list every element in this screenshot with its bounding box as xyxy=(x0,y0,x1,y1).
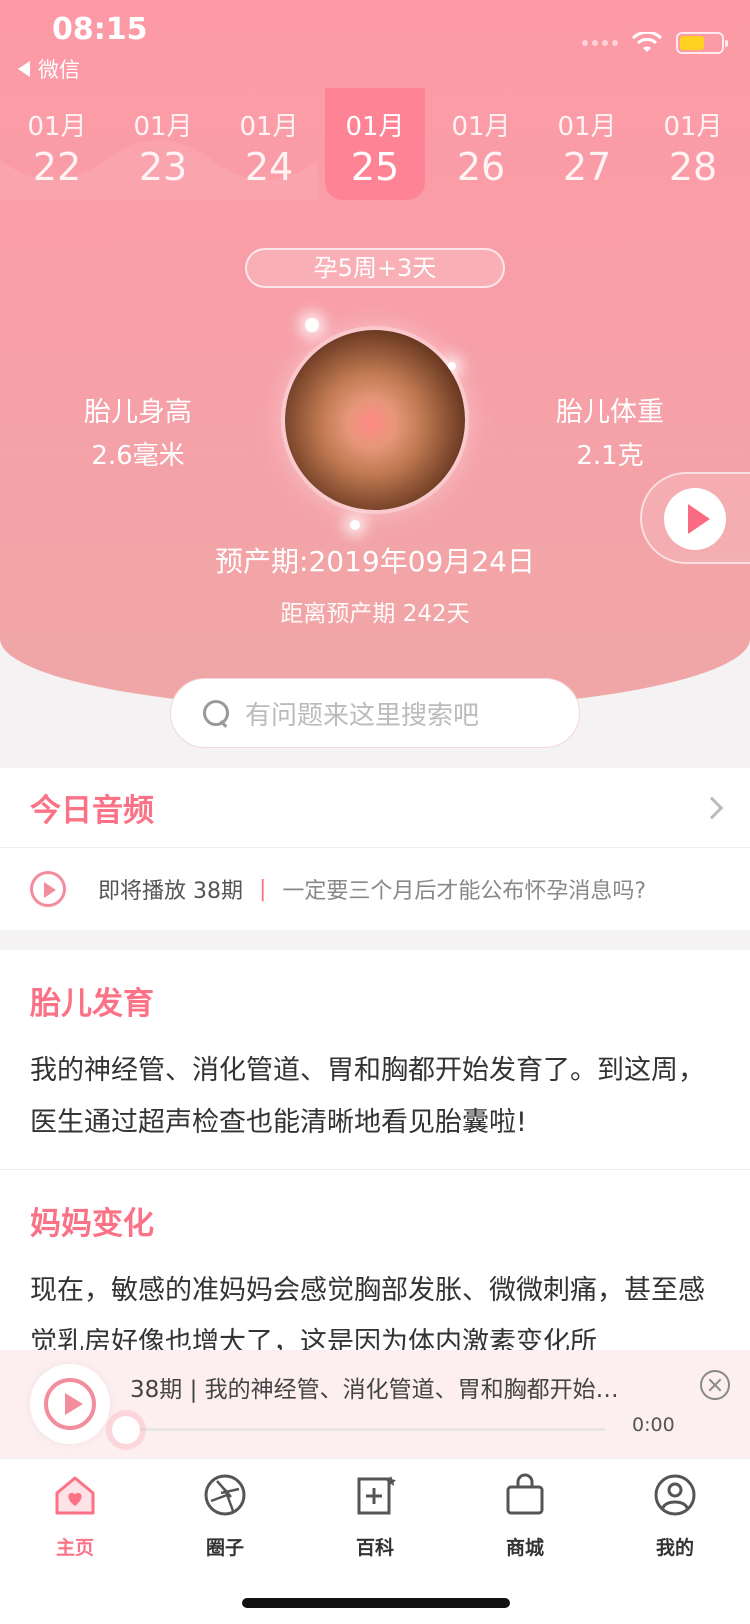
audio-upcoming: 即将播放 38期 xyxy=(98,879,243,904)
due-countdown: 距离预产期 242天 xyxy=(280,601,470,627)
search-icon xyxy=(201,698,231,728)
player-time: 0:00 xyxy=(632,1414,675,1436)
battery-icon xyxy=(676,32,728,54)
fetal-weight: 胎儿体重 2.1克 xyxy=(556,397,664,471)
progress-knob[interactable] xyxy=(112,1416,140,1444)
tab-home[interactable]: 主页 xyxy=(15,1473,135,1560)
section-title: 今日音频 xyxy=(30,793,154,829)
hero-header: 08:15 微信 01月 22 01月 23 01月 24 01月 25 01月 26 0… xyxy=(0,0,750,710)
play-circle-icon xyxy=(44,1378,96,1430)
tab-mall[interactable]: 商城 xyxy=(465,1473,585,1560)
development-card: 胎儿发育 我的神经管、消化管道、胃和胸都开始发育了。到这周，医生通过超声检查也能… xyxy=(0,950,750,1358)
today-audio-card: 今日音频 即将播放 38期 | 一定要三个月后才能公布怀孕消息吗? xyxy=(0,768,750,930)
fetus-image[interactable] xyxy=(285,330,465,510)
separator: | xyxy=(259,876,267,902)
sparkle-decoration xyxy=(350,520,360,530)
date-item[interactable]: 01月 28 xyxy=(640,106,746,189)
date-strip: 01月 22 01月 23 01月 24 01月 25 01月 26 01月 27 01月 2… xyxy=(0,92,750,212)
profile-icon xyxy=(654,1474,696,1516)
mom-change-section: 妈妈变化 现在，敏感的准妈妈会感觉胸部发胀、微微刺痛，甚至感觉乳房好像也增大了，… xyxy=(0,1170,750,1369)
signal-icon xyxy=(582,40,618,46)
wifi-icon xyxy=(632,32,662,52)
pregnancy-week-badge: 孕5周+3天 xyxy=(245,248,505,288)
encyclopedia-icon xyxy=(357,1476,396,1515)
player-title: 38期 | 我的神经管、消化管道、胃和胸都开始… xyxy=(130,1377,619,1403)
home-indicator xyxy=(242,1598,510,1608)
audio-item[interactable]: 即将播放 38期 | 一定要三个月后才能公布怀孕消息吗? xyxy=(0,848,750,930)
date-item[interactable]: 01月 22 xyxy=(4,106,110,189)
audio-topic: 一定要三个月后才能公布怀孕消息吗? xyxy=(282,879,647,904)
section-title: 妈妈变化 xyxy=(30,1206,154,1242)
home-heart-icon xyxy=(55,1476,95,1515)
search-bar[interactable]: 有问题来这里搜索吧 xyxy=(170,678,580,748)
status-icons xyxy=(582,32,728,54)
fetal-height: 胎儿身高 2.6毫米 xyxy=(84,397,192,471)
today-audio-header[interactable]: 今日音频 xyxy=(0,768,750,848)
date-item[interactable]: 01月 27 xyxy=(534,106,640,189)
aperture-icon xyxy=(204,1474,246,1516)
tab-encyclopedia[interactable]: 百科 xyxy=(315,1473,435,1560)
tab-mine[interactable]: 我的 xyxy=(615,1473,735,1560)
date-item[interactable]: 01月 23 xyxy=(110,106,216,189)
shopping-bag-icon xyxy=(506,1473,544,1515)
player-play-button[interactable] xyxy=(30,1364,110,1444)
date-item[interactable]: 01月 24 xyxy=(216,106,322,189)
play-circle-icon xyxy=(30,871,66,907)
fetal-development-section: 胎儿发育 我的神经管、消化管道、胃和胸都开始发育了。到这周，医生通过超声检查也能… xyxy=(0,950,750,1149)
progress-track[interactable] xyxy=(130,1428,605,1431)
chevron-right-icon xyxy=(700,796,724,819)
sparkle-decoration xyxy=(305,318,319,332)
due-date: 预产期:2019年09月24日 xyxy=(215,545,535,578)
date-item-active[interactable]: 01月 25 xyxy=(322,106,428,189)
fetal-development-text: 我的神经管、消化管道、胃和胸都开始发育了。到这周，医生通过超声检查也能清晰地看见… xyxy=(30,1055,705,1138)
date-item[interactable]: 01月 26 xyxy=(428,106,534,189)
tab-circle[interactable]: 圈子 xyxy=(165,1473,285,1560)
status-time: 08:15 xyxy=(52,12,148,47)
section-title: 胎儿发育 xyxy=(30,986,154,1022)
mini-audio-player: 38期 | 我的神经管、消化管道、胃和胸都开始… 0:00 xyxy=(0,1350,750,1458)
close-icon[interactable] xyxy=(700,1370,730,1400)
search-placeholder: 有问题来这里搜索吧 xyxy=(245,700,480,731)
